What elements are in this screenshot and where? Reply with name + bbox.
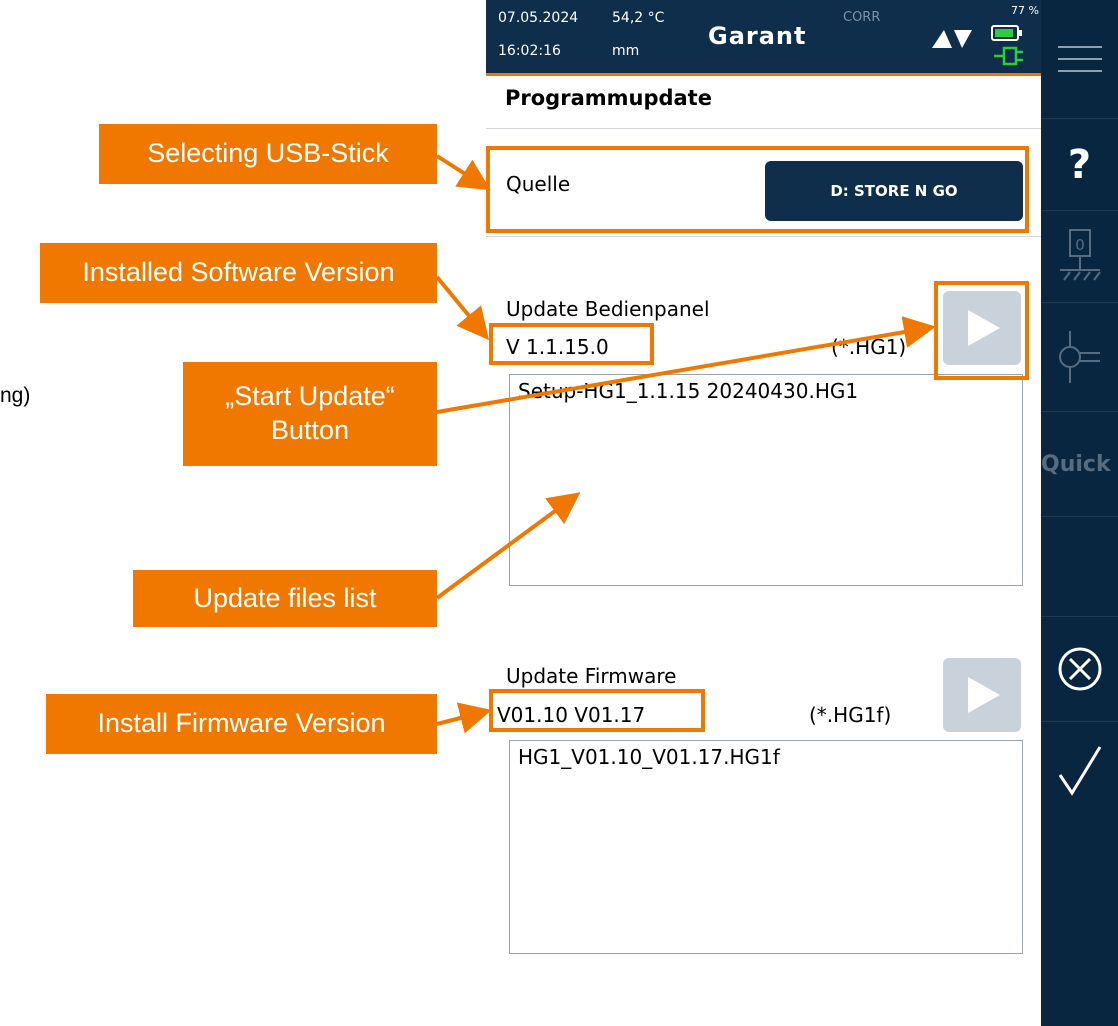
callout-update-files: Update files list — [133, 570, 437, 627]
callout-start-line2: Button — [270, 415, 350, 445]
arrow-firmware — [436, 702, 492, 734]
callout-start-update: „Start Update“ Button — [183, 362, 437, 466]
arrow-files — [435, 492, 581, 600]
callout-install-firmware: Install Firmware Version — [46, 694, 437, 754]
callout-selecting-usb: Selecting USB-Stick — [99, 124, 437, 184]
arrow-software — [435, 275, 490, 341]
callout-installed-software: Installed Software Version — [40, 243, 437, 303]
arrow-usb — [435, 154, 491, 191]
arrow-start — [436, 316, 936, 414]
callout-start-line1: „Start Update“ — [225, 381, 395, 412]
cropped-text: ng) — [0, 384, 31, 407]
